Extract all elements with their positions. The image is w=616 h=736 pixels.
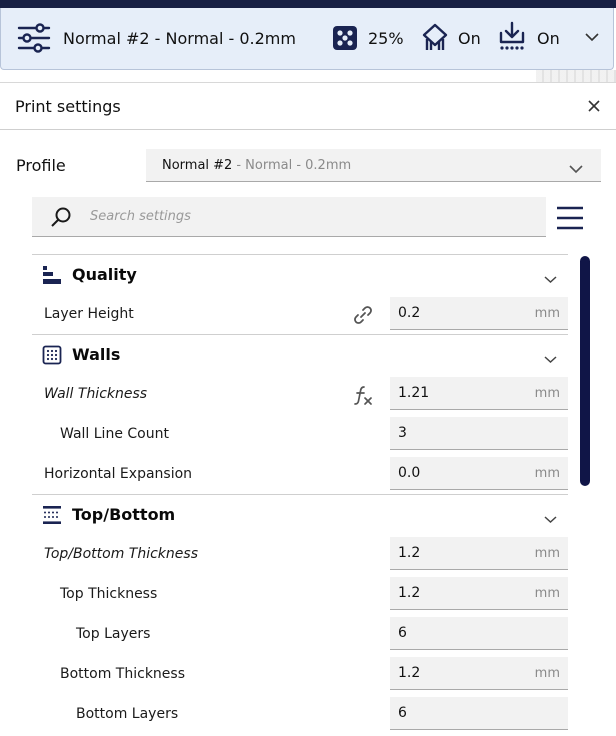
- chevron-down-icon: [544, 349, 557, 368]
- top-thickness-input[interactable]: 1.2 mm: [390, 577, 568, 610]
- search-placeholder: Search settings: [90, 209, 191, 224]
- setting-label: Layer Height: [44, 306, 134, 322]
- input-unit: mm: [534, 386, 560, 401]
- section-quality[interactable]: Quality: [32, 254, 568, 294]
- input-unit: mm: [534, 306, 560, 321]
- active-profile-text: Normal #2 - Normal - 0.2mm: [63, 29, 296, 48]
- input-value: 6: [398, 705, 407, 721]
- topbottom-icon: [42, 505, 62, 529]
- section-title: Walls: [72, 345, 121, 364]
- infill-icon: [332, 25, 358, 51]
- hamburger-menu-icon[interactable]: [556, 205, 584, 235]
- setting-row-horizontal-expansion: Horizontal Expansion 0.0 mm: [32, 454, 568, 494]
- profile-name: Normal #2: [162, 157, 233, 173]
- link-icon[interactable]: [352, 304, 374, 330]
- top-layers-input[interactable]: 6: [390, 617, 568, 650]
- wall-thickness-input[interactable]: 1.21 mm: [390, 377, 568, 410]
- viewport-background: [536, 70, 616, 82]
- setting-row-top-thickness: Top Thickness 1.2 mm: [32, 574, 568, 614]
- topbottom-thickness-input[interactable]: 1.2 mm: [390, 537, 568, 570]
- top-strip: [0, 0, 616, 8]
- setting-label: Wall Thickness: [44, 386, 148, 402]
- section-title: Top/Bottom: [72, 505, 176, 524]
- input-value: 1.21: [398, 385, 430, 401]
- chevron-down-icon: [544, 269, 557, 288]
- input-unit: mm: [534, 546, 560, 561]
- setting-row-wall-thickness: Wall Thickness 1.21 mm: [32, 374, 568, 414]
- profile-quality: - Normal - 0.2mm: [236, 157, 352, 173]
- setting-row-top-layers: Top Layers 6: [32, 614, 568, 654]
- setting-label: Top Thickness: [60, 586, 158, 602]
- setting-label: Top Layers: [76, 626, 151, 642]
- settings-list: Quality Layer Height 0.2 mm Walls Wall T…: [32, 254, 568, 734]
- input-value: 3: [398, 425, 407, 441]
- print-setup-header[interactable]: Normal #2 - Normal - 0.2mm 25% On On: [0, 8, 614, 70]
- input-value: 0.2: [398, 305, 421, 321]
- chevron-down-icon: [569, 159, 583, 178]
- settings-sliders-icon: [17, 23, 51, 53]
- section-walls[interactable]: Walls: [32, 334, 568, 374]
- profile-label: Profile: [16, 156, 66, 175]
- bottom-layers-input[interactable]: 6: [390, 697, 568, 730]
- setting-row-wall-line-count: Wall Line Count 3: [32, 414, 568, 454]
- setting-label: Horizontal Expansion: [44, 466, 193, 482]
- adhesion-icon: [498, 21, 526, 51]
- section-topbottom[interactable]: Top/Bottom: [32, 494, 568, 534]
- setting-row-bottom-layers: Bottom Layers 6: [32, 694, 568, 734]
- setting-label: Top/Bottom Thickness: [44, 546, 198, 562]
- cura-window: Normal #2 - Normal - 0.2mm 25% On On Pri…: [0, 0, 616, 736]
- quality-icon: [42, 265, 62, 289]
- search-icon: [50, 206, 72, 232]
- scrollbar[interactable]: [580, 256, 590, 486]
- adhesion-value: On: [537, 29, 560, 48]
- print-settings-panel: Print settings Profile Normal #2 - Norma…: [0, 82, 616, 736]
- horizontal-expansion-input[interactable]: 0.0 mm: [390, 457, 568, 490]
- input-value: 6: [398, 625, 407, 641]
- panel-title: Print settings: [15, 97, 121, 116]
- chevron-down-icon: [544, 509, 557, 528]
- input-unit: mm: [534, 466, 560, 481]
- infill-value: 25%: [368, 29, 404, 48]
- wall-line-count-input[interactable]: 3: [390, 417, 568, 450]
- setting-label: Bottom Layers: [76, 706, 179, 722]
- close-icon[interactable]: [585, 97, 603, 115]
- setting-label: Wall Line Count: [60, 426, 169, 442]
- setting-label: Bottom Thickness: [60, 666, 185, 682]
- setting-row-bottom-thickness: Bottom Thickness 1.2 mm: [32, 654, 568, 694]
- input-value: 1.2: [398, 585, 421, 601]
- search-settings-input[interactable]: Search settings: [32, 197, 546, 237]
- divider: [0, 129, 616, 130]
- input-unit: mm: [534, 586, 560, 601]
- setting-row-topbottom-thickness: Top/Bottom Thickness 1.2 mm: [32, 534, 568, 574]
- profile-dropdown[interactable]: Normal #2 - Normal - 0.2mm: [146, 149, 601, 182]
- setting-row-layer-height: Layer Height 0.2 mm: [32, 294, 568, 334]
- support-icon: [421, 22, 449, 52]
- chevron-down-icon[interactable]: [585, 32, 599, 42]
- input-value: 0.0: [398, 465, 421, 481]
- input-value: 1.2: [398, 545, 421, 561]
- layer-height-input[interactable]: 0.2 mm: [390, 297, 568, 330]
- input-value: 1.2: [398, 665, 421, 681]
- function-icon[interactable]: [352, 384, 374, 410]
- input-unit: mm: [534, 666, 560, 681]
- section-title: Quality: [72, 265, 137, 284]
- walls-icon: [42, 345, 62, 369]
- bottom-thickness-input[interactable]: 1.2 mm: [390, 657, 568, 690]
- support-value: On: [458, 29, 481, 48]
